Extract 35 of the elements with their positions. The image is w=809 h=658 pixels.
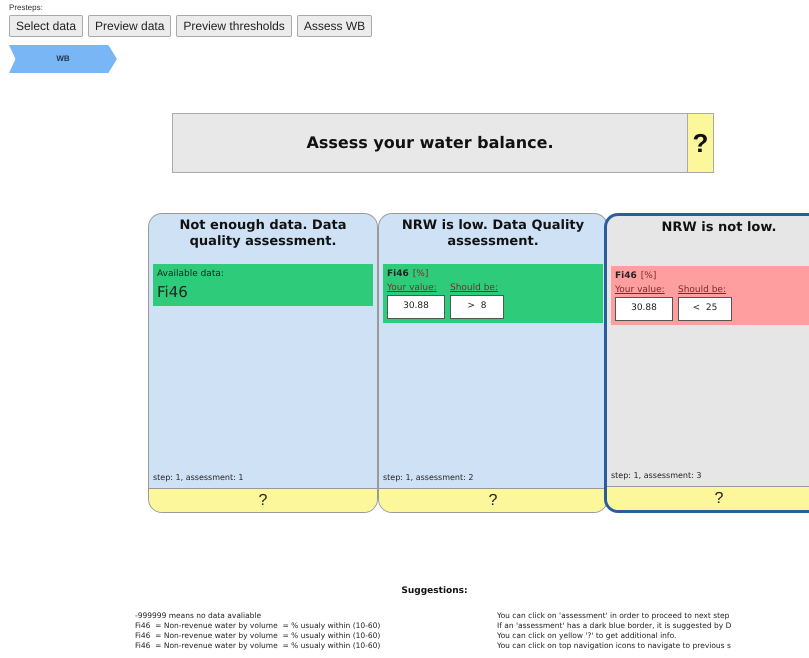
- prestep-button[interactable]: Preview thresholds: [176, 15, 292, 37]
- indicator-name: Fi46: [615, 270, 637, 283]
- assessment-card[interactable]: Not enough data. Data quality assessment. Available data: Fi46 step: 1, assessment: 1 ?: [148, 213, 378, 513]
- help-button[interactable]: ?: [149, 488, 377, 512]
- breadcrumb-step[interactable]: WB: [9, 45, 117, 73]
- help-button[interactable]: ?: [379, 488, 607, 512]
- card-title: NRW is not low.: [660, 219, 778, 237]
- step-text: step: 1, assessment: 2: [382, 472, 474, 484]
- threshold-label: Should be:: [450, 282, 499, 294]
- threshold-box: < 25: [678, 297, 732, 321]
- value-box: 30.88: [615, 297, 673, 321]
- prestep-button[interactable]: Preview data: [88, 15, 172, 37]
- help-button[interactable]: ?: [687, 114, 713, 172]
- card-title: NRW is low. Data Quality assessment.: [400, 217, 586, 251]
- suggestions-title: Suggestions:: [400, 585, 469, 598]
- step-text: step: 1, assessment: 1: [152, 472, 244, 484]
- step-text: step: 1, assessment: 3: [610, 470, 702, 482]
- prestep-button[interactable]: Assess WB: [296, 15, 372, 37]
- threshold-box: > 8: [450, 295, 504, 319]
- header-title: Assess your water balance.: [305, 132, 555, 154]
- value-box: 30.88: [387, 295, 445, 319]
- prestep-button[interactable]: Select data: [9, 15, 84, 37]
- data-value: Fi46: [157, 282, 189, 302]
- data-label: Available data:: [157, 268, 225, 281]
- presteps-label: Presteps:: [9, 3, 44, 13]
- indicator-unit: [%]: [640, 270, 656, 283]
- value-label: Your value:: [387, 282, 438, 294]
- help-button[interactable]: ?: [607, 486, 809, 510]
- assessment-card[interactable]: NRW is not low. Fi46 [%] Your value: 30.88 Should be: < 25 step: 1, assessment: 3 ?: [604, 213, 809, 513]
- value-label: Your value:: [615, 284, 666, 296]
- indicator-name: Fi46: [387, 268, 409, 281]
- threshold-label: Should be:: [678, 284, 727, 296]
- indicator-unit: [%]: [412, 268, 428, 281]
- assessment-card[interactable]: NRW is low. Data Quality assessment. Fi46 [%] Your value: 30.88 Should be: > 8 step: 1, assessment: 2 ?: [378, 213, 608, 513]
- card-title: Not enough data. Data quality assessment.: [178, 217, 348, 251]
